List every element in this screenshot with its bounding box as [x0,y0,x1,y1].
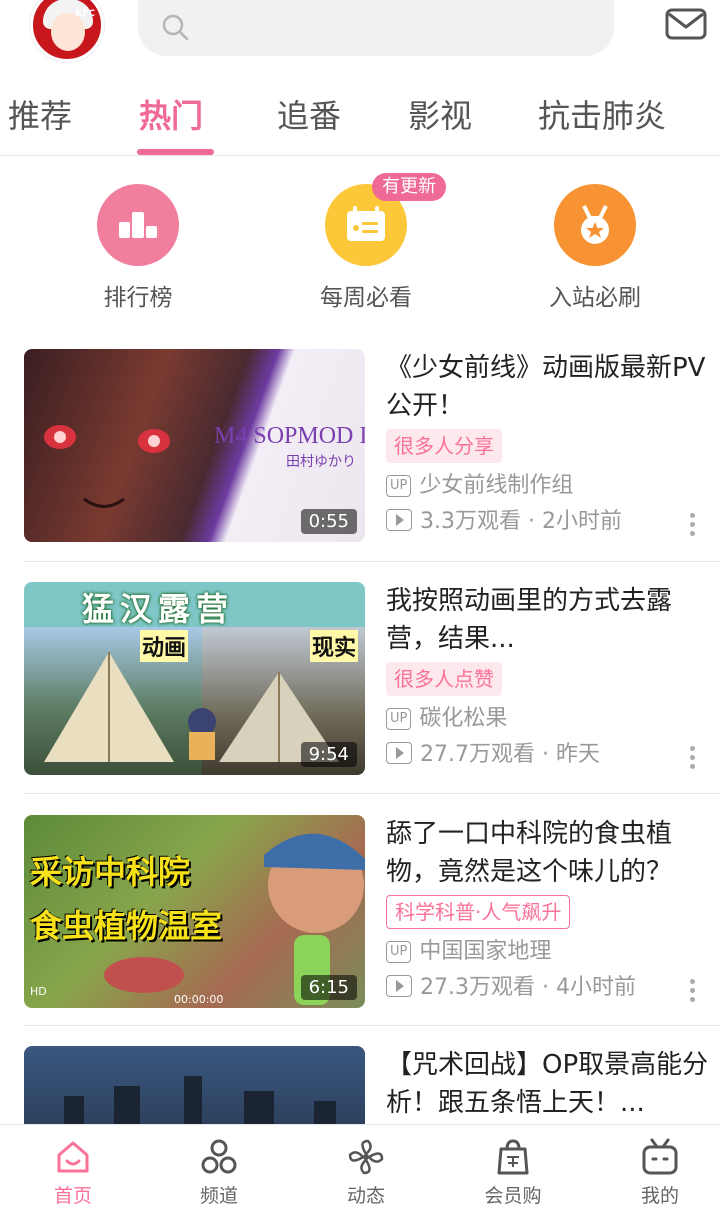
video-title[interactable]: 舔了一口中科院的食虫植物，竟然是这个味儿的？ [386,815,712,891]
must-watch-entry[interactable]: 入站必刷 [515,184,675,312]
up-badge: UP [386,708,412,730]
video-title[interactable]: 我按照动画里的方式去露营，结果... [386,582,712,658]
video-title[interactable]: 【咒术回战】OP取景高能分析！跟五条悟上天！... [386,1046,712,1122]
uploader[interactable]: UP 中国国家地理 [386,937,551,967]
tab-recommend[interactable]: 推荐 [8,90,72,142]
more-options-icon[interactable] [690,746,696,772]
thumb-label-right: 现实 [310,630,359,662]
video-stats: 27.7万观看 · 昨天 [386,740,600,770]
video-stats: 27.3万观看 · 4小时前 [386,973,636,1003]
video-views: 27.7万观看 · 昨天 [420,742,600,767]
tab-covid[interactable]: 抗击肺炎 [538,90,666,142]
podium-icon [97,184,179,266]
weekly-entry[interactable]: 每周必看 [286,184,446,312]
avatar-badge: KFC [75,9,95,19]
must-watch-label: 入站必刷 [549,285,641,311]
nav-mine-label: 我的 [640,1185,679,1207]
video-tag: 很多人点赞 [386,662,502,696]
ranking-entry[interactable]: 排行榜 [58,184,218,312]
nav-home-label: 首页 [53,1185,92,1207]
thumb-subcaption: 田村ゆかり [286,454,356,470]
thumb-label-left: 动画 [140,630,189,662]
user-avatar[interactable]: KFC [30,0,104,62]
thumb-banner: 猛汉露营 [82,590,235,628]
search-bar[interactable] [138,0,614,56]
header: KFC [0,0,720,70]
tab-hot[interactable]: 热门 [139,90,203,142]
divider [24,1025,720,1026]
tab-movies[interactable]: 影视 [408,90,472,142]
play-count-icon [386,742,412,764]
video-views: 27.3万观看 · 4小时前 [420,975,636,1000]
home-icon [57,1141,89,1173]
nav-dynamic-label: 动态 [346,1185,385,1207]
play-count-icon [386,509,412,531]
bottom-nav: 首页 频道 动态 会员购 我的 [0,1124,720,1223]
up-badge: UP [386,475,412,497]
video-stats: 3.3万观看 · 2小时前 [386,507,622,537]
play-count-icon [386,975,412,997]
more-options-icon[interactable] [690,513,696,539]
video-tag: 科学科普·人气飙升 [386,895,571,929]
uploader-name: 碳化松果 [419,706,508,731]
uploader[interactable]: UP 碳化松果 [386,704,507,734]
medal-icon [554,184,636,266]
video-card[interactable]: 猛汉露营 动画 现实 9:54 我按照动画里的方式去露营，结果... 很多人点赞… [24,582,720,814]
video-views: 3.3万观看 · 2小时前 [420,509,622,534]
mail-icon[interactable] [664,6,710,44]
video-duration: 9:54 [300,742,357,767]
video-duration: 0:55 [300,509,357,534]
search-icon [162,14,189,41]
video-thumbnail[interactable]: M4 SOPMOD II 田村ゆかり 0:55 [24,349,365,542]
nav-shop-label: 会员购 [484,1185,542,1207]
nav-dynamic[interactable]: 动态 [311,1137,421,1208]
divider [24,793,720,794]
fan-icon [348,1139,384,1175]
tab-anime[interactable]: 追番 [277,90,341,142]
uploader[interactable]: UP 少女前线制作组 [386,471,573,501]
video-tag: 很多人分享 [386,429,502,463]
nav-home[interactable]: 首页 [18,1137,128,1208]
thumb-caption: M4 SOPMOD II [214,423,365,449]
more-options-icon[interactable] [690,979,696,1005]
up-badge: UP [386,941,412,963]
video-duration: 6:15 [300,975,357,1000]
tv-icon [642,1138,678,1175]
thumb-line-1: 采访中科院 [30,853,191,891]
divider [24,561,720,562]
video-card[interactable]: M4 SOPMOD II 田村ゆかり 0:55 《少女前线》动画版最新PV公开！… [24,349,720,581]
nav-channel-label: 频道 [199,1185,238,1207]
nav-channel[interactable]: 频道 [164,1137,274,1208]
nav-mine[interactable]: 我的 [605,1137,715,1208]
update-badge: 有更新 [372,173,446,201]
ranking-label: 排行榜 [103,285,173,311]
video-title[interactable]: 《少女前线》动画版最新PV公开！ [386,349,712,425]
weekly-label: 每周必看 [320,285,412,311]
uploader-name: 中国国家地理 [419,939,552,964]
nav-shop[interactable]: 会员购 [458,1137,568,1208]
top-tabs: 推荐 热门 追番 影视 抗击肺炎 [0,90,720,156]
active-tab-indicator [137,149,214,155]
video-thumbnail[interactable]: 猛汉露营 动画 现实 9:54 [24,582,365,775]
thumb-hd: HD [30,985,47,998]
shopping-bag-icon [497,1139,529,1175]
uploader-name: 少女前线制作组 [419,473,574,498]
thumb-timestamp: 00:00:00 [174,993,224,1006]
video-thumbnail[interactable]: 采访中科院 食虫植物温室 HD 00:00:00 6:15 [24,815,365,1008]
video-card[interactable]: 采访中科院 食虫植物温室 HD 00:00:00 6:15 舔了一口中科院的食虫… [24,815,720,1047]
channel-icon [201,1139,237,1174]
thumb-line-2: 食虫植物温室 [30,907,223,945]
